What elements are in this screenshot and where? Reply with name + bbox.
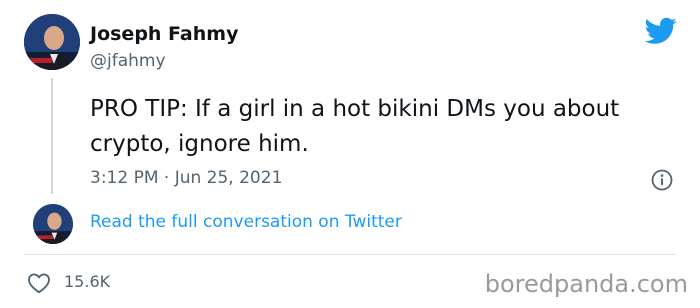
tweet-timestamp[interactable]: 3:12 PM · Jun 25, 2021 — [90, 168, 282, 188]
avatar-image — [24, 14, 80, 70]
divider — [24, 254, 676, 255]
avatar-image — [33, 204, 73, 244]
tweet-text: PRO TIP: If a girl in a hot bikini DMs y… — [90, 96, 620, 157]
like-count[interactable]: 15.6K — [64, 272, 110, 291]
twitter-bird-icon[interactable] — [645, 17, 677, 45]
author-display-name[interactable]: Joseph Fahmy — [90, 23, 238, 45]
author-handle[interactable]: @jfahmy — [90, 51, 166, 71]
heart-icon[interactable] — [27, 272, 51, 294]
read-conversation-link[interactable]: Read the full conversation on Twitter — [90, 212, 402, 232]
reply-avatar[interactable] — [33, 204, 73, 244]
tweet-card: Joseph Fahmy @jfahmy PRO TIP: If a girl … — [0, 0, 700, 308]
author-avatar[interactable] — [24, 14, 80, 70]
info-icon[interactable] — [651, 169, 673, 191]
thread-connector-line — [51, 78, 53, 194]
watermark: boredpanda.com — [484, 270, 688, 298]
